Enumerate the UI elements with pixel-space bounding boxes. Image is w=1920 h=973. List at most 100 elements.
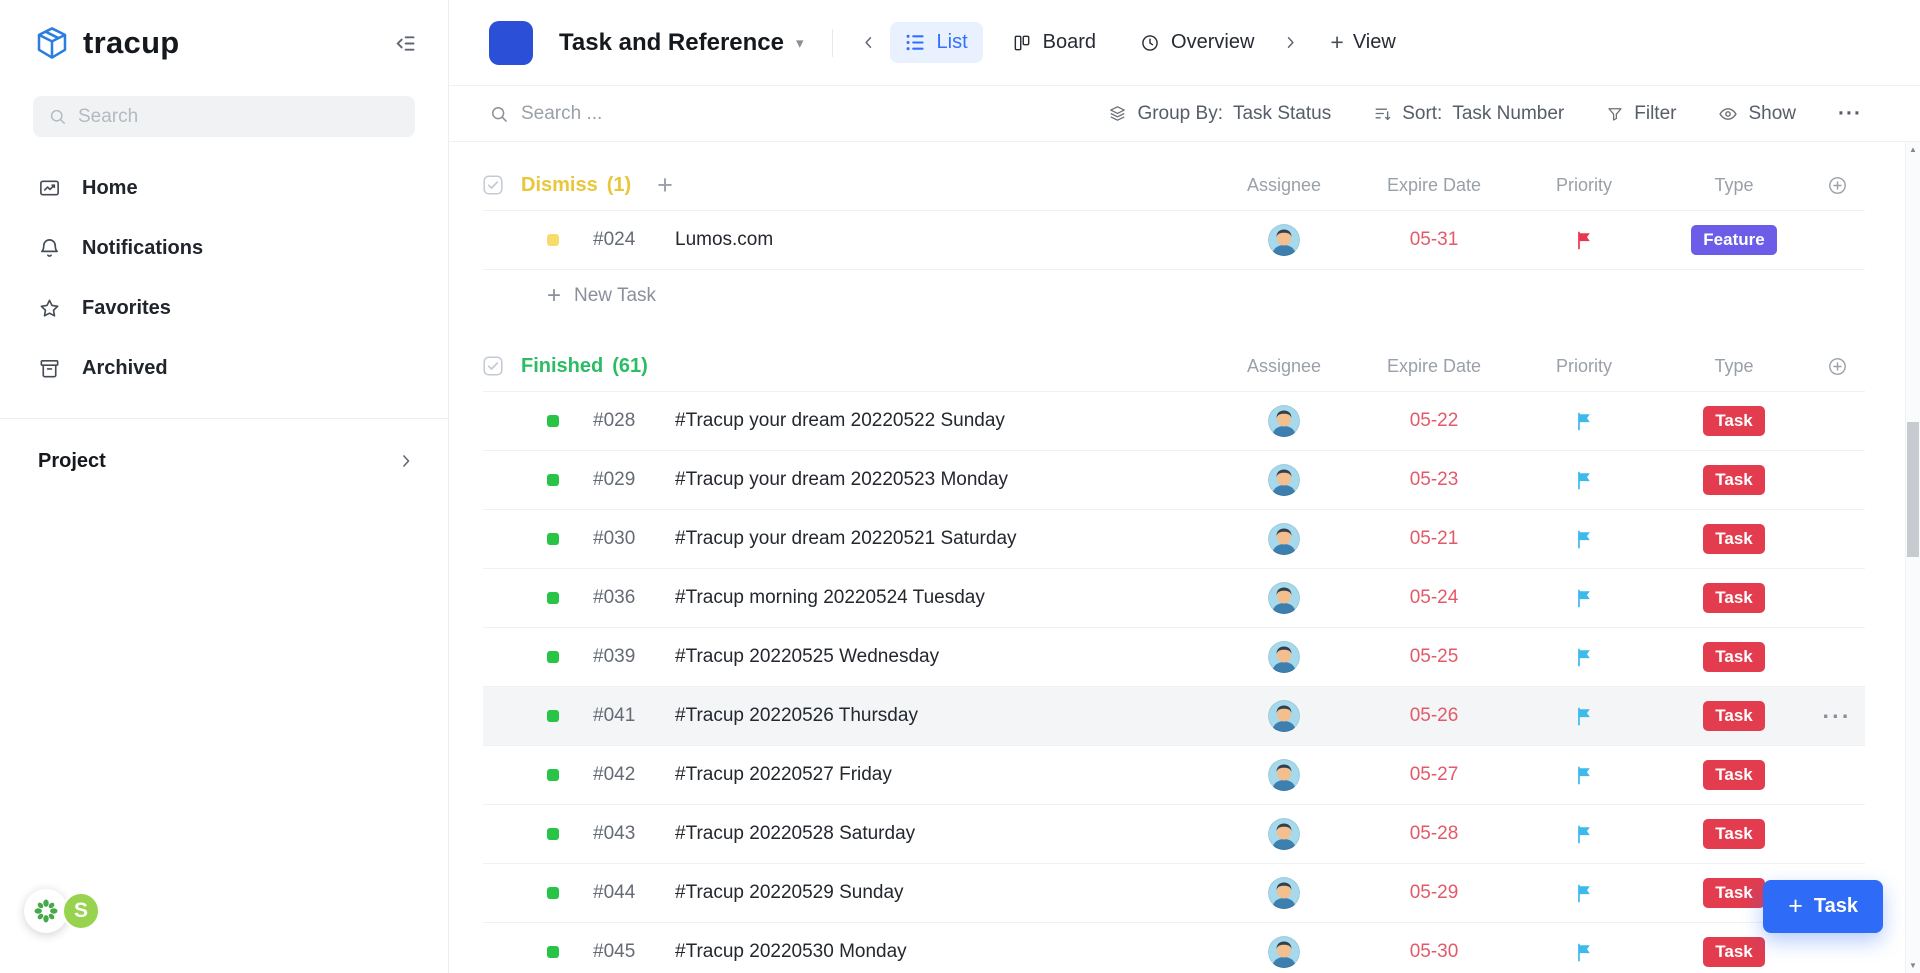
priority-cell[interactable] — [1509, 884, 1659, 903]
sort-control[interactable]: Sort: Task Number — [1373, 103, 1564, 125]
priority-cell[interactable] — [1509, 648, 1659, 667]
sidebar-item-home[interactable]: Home — [0, 158, 448, 218]
priority-cell[interactable] — [1509, 825, 1659, 844]
type-cell[interactable]: Task — [1659, 583, 1809, 613]
priority-cell[interactable] — [1509, 943, 1659, 962]
task-row[interactable]: #045#Tracup 20220530 Monday05-30Task — [483, 922, 1865, 973]
type-cell[interactable]: Task — [1659, 642, 1809, 672]
type-cell[interactable]: Task — [1659, 819, 1809, 849]
task-title[interactable]: #Tracup 20220530 Monday — [675, 941, 1209, 963]
tab-list[interactable]: List — [890, 22, 983, 63]
task-title[interactable]: #Tracup 20220529 Sunday — [675, 882, 1209, 904]
task-title[interactable]: Lumos.com — [675, 229, 1209, 251]
sidebar-item-archived[interactable]: Archived — [0, 338, 448, 398]
priority-cell[interactable] — [1509, 231, 1659, 250]
assignee-cell[interactable] — [1209, 224, 1359, 256]
assignee-cell[interactable] — [1209, 464, 1359, 496]
scrollbar-up-arrow[interactable]: ▲ — [1906, 142, 1920, 157]
type-cell[interactable]: Feature — [1659, 225, 1809, 255]
task-status-square[interactable] — [547, 828, 559, 840]
assignee-cell[interactable] — [1209, 936, 1359, 968]
project-color-icon[interactable] — [489, 21, 533, 65]
type-cell[interactable]: Task — [1659, 760, 1809, 790]
expire-date-cell[interactable]: 05-27 — [1359, 764, 1509, 786]
expire-date-cell[interactable]: 05-25 — [1359, 646, 1509, 668]
task-title[interactable]: #Tracup 20220526 Thursday — [675, 705, 1209, 727]
task-title[interactable]: #Tracup your dream 20220522 Sunday — [675, 410, 1209, 432]
group-add-task-icon[interactable]: + — [657, 172, 673, 199]
task-status-square[interactable] — [547, 474, 559, 486]
expire-date-cell[interactable]: 05-26 — [1359, 705, 1509, 727]
task-status-square[interactable] — [547, 651, 559, 663]
task-title[interactable]: #Tracup 20220528 Saturday — [675, 823, 1209, 845]
task-row[interactable]: #028#Tracup your dream 20220522 Sunday05… — [483, 391, 1865, 450]
group-checkbox[interactable] — [483, 175, 503, 195]
task-row[interactable]: #039#Tracup 20220525 Wednesday05-25Task — [483, 627, 1865, 686]
new-task-button[interactable]: +New Task — [483, 269, 1865, 321]
assignee-cell[interactable] — [1209, 700, 1359, 732]
tracup-logo[interactable]: tracup — [33, 24, 180, 62]
task-row[interactable]: #041#Tracup 20220526 Thursday05-26Task··… — [483, 686, 1865, 745]
row-more-button[interactable]: ··· — [1809, 703, 1865, 730]
priority-cell[interactable] — [1509, 707, 1659, 726]
workspace-badge[interactable]: S — [62, 892, 100, 930]
type-cell[interactable]: Task — [1659, 406, 1809, 436]
task-status-square[interactable] — [547, 710, 559, 722]
task-status-square[interactable] — [547, 769, 559, 781]
sidebar-search[interactable] — [33, 96, 415, 137]
add-column-icon[interactable] — [1809, 356, 1865, 377]
tab-overview[interactable]: Overview — [1125, 22, 1269, 63]
assignee-cell[interactable] — [1209, 405, 1359, 437]
group-by-control[interactable]: Group By: Task Status — [1108, 103, 1331, 125]
task-row[interactable]: #029#Tracup your dream 20220523 Monday05… — [483, 450, 1865, 509]
task-search[interactable] — [489, 103, 841, 125]
toolbar-more-icon[interactable]: ··· — [1838, 103, 1862, 124]
sidebar-item-project[interactable]: Project — [0, 430, 448, 492]
priority-cell[interactable] — [1509, 589, 1659, 608]
group-checkbox[interactable] — [483, 356, 503, 376]
scrollbar-down-arrow[interactable]: ▼ — [1906, 958, 1920, 973]
task-row[interactable]: #043#Tracup 20220528 Saturday05-28Task — [483, 804, 1865, 863]
expire-date-cell[interactable]: 05-21 — [1359, 528, 1509, 550]
vertical-scrollbar[interactable]: ▲ ▼ — [1905, 142, 1920, 973]
task-title[interactable]: #Tracup 20220525 Wednesday — [675, 646, 1209, 668]
task-status-square[interactable] — [547, 887, 559, 899]
filter-control[interactable]: Filter — [1606, 103, 1676, 125]
sidebar-item-favorites[interactable]: Favorites — [0, 278, 448, 338]
priority-cell[interactable] — [1509, 530, 1659, 549]
sidebar-search-input[interactable] — [78, 106, 400, 128]
expire-date-cell[interactable]: 05-29 — [1359, 882, 1509, 904]
assignee-cell[interactable] — [1209, 877, 1359, 909]
new-task-fab[interactable]: + Task — [1763, 880, 1883, 933]
sidebar-item-notifications[interactable]: Notifications — [0, 218, 448, 278]
expire-date-cell[interactable]: 05-23 — [1359, 469, 1509, 491]
task-row[interactable]: #042#Tracup 20220527 Friday05-27Task — [483, 745, 1865, 804]
task-row[interactable]: #044#Tracup 20220529 Sunday05-29Task — [483, 863, 1865, 922]
type-cell[interactable]: Task — [1659, 937, 1809, 967]
task-status-square[interactable] — [547, 946, 559, 958]
type-cell[interactable]: Task — [1659, 465, 1809, 495]
assignee-cell[interactable] — [1209, 641, 1359, 673]
priority-cell[interactable] — [1509, 471, 1659, 490]
expire-date-cell[interactable]: 05-22 — [1359, 410, 1509, 432]
task-title[interactable]: #Tracup your dream 20220523 Monday — [675, 469, 1209, 491]
task-row[interactable]: #036#Tracup morning 20220524 Tuesday05-2… — [483, 568, 1865, 627]
task-search-input[interactable] — [521, 103, 841, 125]
task-status-square[interactable] — [547, 415, 559, 427]
task-row[interactable]: #024Lumos.com05-31Feature — [483, 210, 1865, 269]
expire-date-cell[interactable]: 05-28 — [1359, 823, 1509, 845]
scrollbar-thumb[interactable] — [1907, 422, 1919, 557]
type-cell[interactable]: Task — [1659, 701, 1809, 731]
tab-board[interactable]: Board — [997, 22, 1111, 63]
expire-date-cell[interactable]: 05-30 — [1359, 941, 1509, 963]
add-column-icon[interactable] — [1809, 175, 1865, 196]
task-status-square[interactable] — [547, 234, 559, 246]
assignee-cell[interactable] — [1209, 818, 1359, 850]
show-control[interactable]: Show — [1718, 103, 1796, 125]
assignee-cell[interactable] — [1209, 582, 1359, 614]
collapse-sidebar-icon[interactable] — [391, 30, 418, 57]
assignee-cell[interactable] — [1209, 523, 1359, 555]
task-title[interactable]: #Tracup your dream 20220521 Saturday — [675, 528, 1209, 550]
task-status-square[interactable] — [547, 533, 559, 545]
tabs-scroll-left-icon[interactable] — [853, 29, 884, 56]
